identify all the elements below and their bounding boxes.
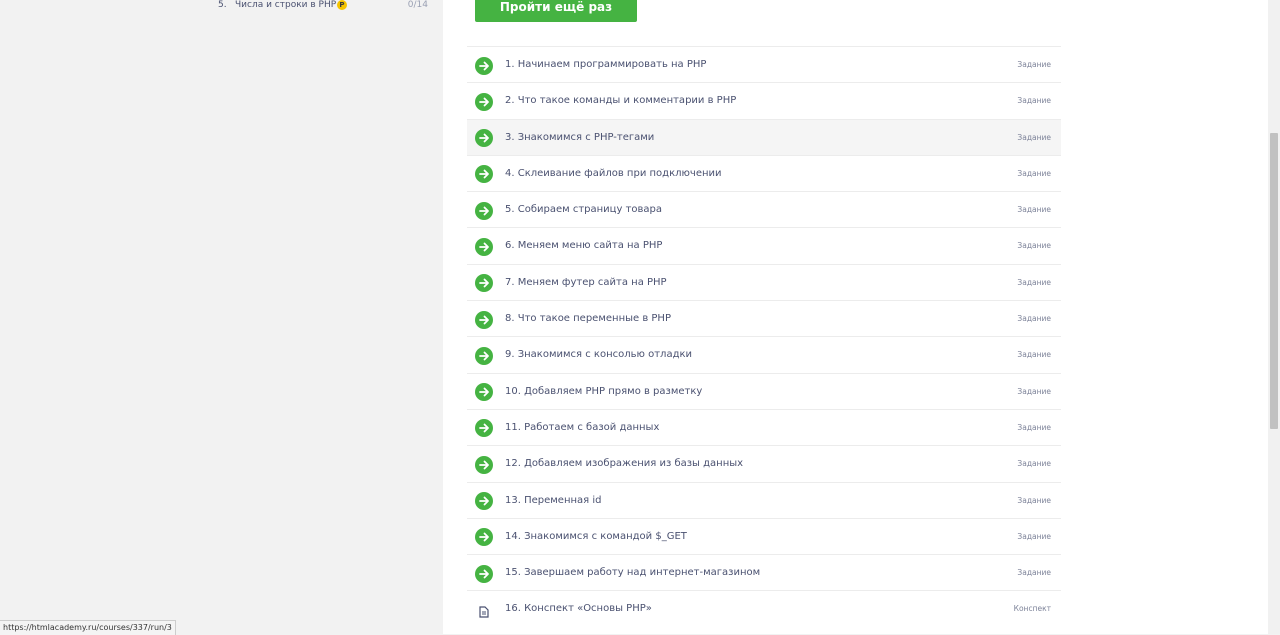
- lesson-row[interactable]: 13. Переменная id Задание: [467, 481, 1061, 519]
- lesson-row[interactable]: 8. Что такое переменные в PHP Задание: [467, 300, 1061, 336]
- lesson-list: 1. Начинаем программировать на PHP Задани…: [467, 46, 1061, 627]
- done-arrow-icon: [475, 419, 493, 438]
- lesson-title[interactable]: 8. Что такое переменные в PHP: [505, 301, 671, 337]
- lesson-row[interactable]: 6. Меняем меню сайта на PHP Задание: [467, 227, 1061, 263]
- done-arrow-icon: [475, 237, 493, 256]
- done-arrow-icon: [475, 455, 493, 474]
- course-content: Пройти ещё раз 1. Начинаем программирова…: [443, 0, 1268, 634]
- lesson-type-label: Задание: [1017, 60, 1051, 69]
- chapter-progress: 0/14: [407, 0, 428, 10]
- lesson-type-label: Задание: [1017, 568, 1051, 578]
- lesson-type-label: Задание: [1017, 422, 1051, 432]
- lesson-title[interactable]: 9. Знакомимся с консолью отладки: [505, 337, 692, 373]
- lesson-title[interactable]: 12. Добавляем изображения из базы данных: [505, 446, 743, 482]
- lesson-type-label: Задание: [1017, 531, 1051, 541]
- lesson-title[interactable]: 11. Работаем с базой данных: [505, 410, 659, 446]
- lesson-title[interactable]: 2. Что такое команды и комментарии в PHP: [505, 83, 736, 119]
- lesson-title[interactable]: 5. Собираем страницу товара: [505, 192, 662, 228]
- lesson-type-label: Задание: [1017, 459, 1051, 469]
- lesson-type-label: Задание: [1017, 386, 1051, 396]
- lesson-title[interactable]: 13. Переменная id: [505, 483, 601, 519]
- done-arrow-icon: [475, 564, 493, 583]
- done-arrow-icon: [475, 274, 493, 293]
- document-icon: [479, 603, 489, 619]
- lesson-title[interactable]: 1. Начинаем программировать на PHP: [505, 47, 706, 83]
- lesson-type-label: Задание: [1017, 132, 1051, 142]
- status-bar-url: https://htmlacademy.ru/courses/337/run/3: [0, 620, 176, 635]
- lesson-type-label: Задание: [1017, 495, 1051, 505]
- lesson-row[interactable]: 15. Завершаем работу над интернет-магази…: [467, 554, 1061, 590]
- scrollbar[interactable]: [1268, 0, 1280, 634]
- lesson-title[interactable]: 7. Меняем футер сайта на PHP: [505, 265, 667, 301]
- course-sidebar: 5. Числа и строки в PHP P 0/14: [0, 0, 443, 634]
- done-arrow-icon: [475, 129, 493, 148]
- lesson-title[interactable]: 16. Конспект «Основы PHP»: [505, 591, 652, 627]
- lesson-type-label: Задание: [1017, 241, 1051, 251]
- lesson-type-label: Конспект: [1013, 604, 1051, 614]
- lesson-title[interactable]: 3. Знакомимся с PHP-тегами: [505, 120, 654, 156]
- lesson-title[interactable]: 14. Знакомимся с командой $_GET: [505, 519, 687, 555]
- lesson-type-label: Задание: [1017, 314, 1051, 324]
- retry-button[interactable]: Пройти ещё раз: [475, 0, 637, 22]
- lesson-title[interactable]: 6. Меняем меню сайта на PHP: [505, 228, 662, 264]
- done-arrow-icon: [475, 492, 493, 511]
- done-arrow-icon: [475, 383, 493, 402]
- lesson-row[interactable]: 1. Начинаем программировать на PHP Задани…: [467, 46, 1061, 82]
- lesson-row[interactable]: 4. Склеивание файлов при подключении Зада…: [467, 154, 1061, 192]
- lesson-row[interactable]: 3. Знакомимся с PHP-тегами Задание: [467, 118, 1061, 156]
- pro-badge-icon: P: [337, 0, 347, 10]
- done-arrow-icon: [475, 165, 493, 184]
- lesson-row[interactable]: 16. Конспект «Основы PHP» Конспект: [467, 590, 1061, 626]
- done-arrow-icon: [475, 92, 493, 111]
- lesson-title[interactable]: 10. Добавляем PHP прямо в разметку: [505, 374, 702, 410]
- done-arrow-icon: [475, 56, 493, 75]
- scrollbar-thumb[interactable]: [1270, 133, 1278, 429]
- lesson-type-label: Задание: [1017, 277, 1051, 287]
- lesson-type-label: Задание: [1017, 205, 1051, 215]
- lesson-row[interactable]: 9. Знакомимся с консолью отладки Задание: [467, 336, 1061, 372]
- lesson-title[interactable]: 4. Склеивание файлов при подключении: [505, 156, 722, 192]
- lesson-row[interactable]: 12. Добавляем изображения из базы данных…: [467, 445, 1061, 481]
- done-arrow-icon: [475, 528, 493, 547]
- done-arrow-icon: [475, 346, 493, 365]
- lesson-row[interactable]: 11. Работаем с базой данных Задание: [467, 408, 1061, 446]
- lesson-row[interactable]: 10. Добавляем PHP прямо в разметку Задани…: [467, 372, 1061, 410]
- done-arrow-icon: [475, 310, 493, 329]
- lesson-row[interactable]: 5. Собираем страницу товара Задание: [467, 191, 1061, 227]
- done-arrow-icon: [475, 201, 493, 220]
- lesson-row[interactable]: 2. Что такое команды и комментарии в PHP…: [467, 82, 1061, 118]
- lesson-title[interactable]: 15. Завершаем работу над интернет-магази…: [505, 555, 760, 591]
- lesson-type-label: Задание: [1017, 350, 1051, 360]
- lesson-row[interactable]: 14. Знакомимся с командой $_GET Задание: [467, 517, 1061, 555]
- lesson-type-label: Задание: [1017, 168, 1051, 178]
- lesson-row[interactable]: 7. Меняем футер сайта на PHP Задание: [467, 263, 1061, 301]
- chapter-title: Числа и строки в PHP: [235, 0, 337, 10]
- lesson-type-label: Задание: [1017, 96, 1051, 106]
- chapter-number: 5.: [218, 0, 227, 10]
- sidebar-chapter-item[interactable]: 5. Числа и строки в PHP P 0/14: [218, 0, 430, 12]
